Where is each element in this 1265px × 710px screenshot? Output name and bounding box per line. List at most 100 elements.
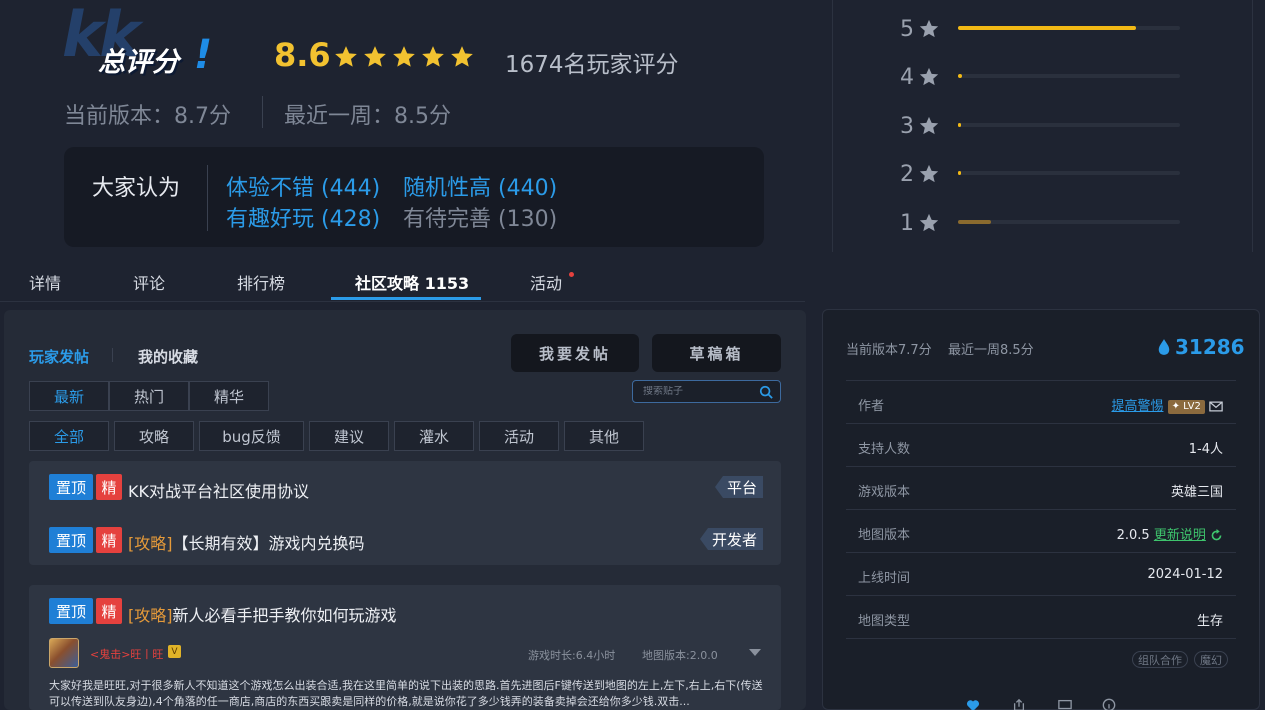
divider (112, 348, 113, 362)
category-suggestion[interactable]: 建议 (309, 421, 389, 451)
search-icon[interactable] (759, 385, 773, 399)
author-name[interactable]: <鬼击>旺丨旺 (90, 646, 163, 662)
category-guide[interactable]: 攻略 (114, 421, 194, 451)
search-input[interactable] (643, 386, 753, 397)
author-info: 提高警惕 ✦ LV2 (1111, 395, 1223, 414)
opinion-tag[interactable]: 有待完善 (130) (403, 201, 557, 233)
divider (846, 595, 1236, 596)
avatar[interactable] (49, 638, 79, 668)
info-value: 生存 (1196, 614, 1223, 629)
search-box (632, 380, 781, 403)
popularity: 31286 (1157, 335, 1245, 359)
info-icon[interactable] (1102, 698, 1116, 710)
current-version-score: 当前版本7.7分 (846, 343, 932, 358)
divider (207, 165, 208, 231)
divider (832, 0, 833, 252)
star-icon (919, 213, 939, 232)
tab-community[interactable]: 社区攻略 1153 (355, 270, 469, 294)
subtab-player-posts[interactable]: 玩家发帖 (29, 346, 89, 367)
post-title-text: 【长期有效】游戏内兑换码 (172, 534, 365, 553)
level-badge: ✦ LV2 (1167, 399, 1205, 414)
pinned-badge: 置顶 (49, 598, 93, 624)
distribution-fill (958, 74, 963, 78)
distribution-fill (958, 220, 992, 224)
opinion-tag[interactable]: 有趣好玩 (428) (226, 201, 380, 233)
info-label: 游戏版本 (858, 485, 911, 500)
star-icon (919, 164, 939, 183)
distribution-fill (958, 171, 962, 175)
chevron-down-icon[interactable] (748, 648, 762, 658)
category-all[interactable]: 全部 (29, 421, 109, 451)
divider (846, 466, 1236, 467)
category-bug[interactable]: bug反馈 (199, 421, 304, 451)
distribution-fill (958, 123, 962, 127)
new-post-button[interactable]: 我要发帖 (511, 334, 639, 372)
map-tag-chip[interactable]: 组队合作 (1132, 651, 1188, 668)
pinned-badge: 置顶 (49, 474, 93, 500)
post-title[interactable]: [攻略]新人必看手把手教你如何玩游戏 (128, 602, 397, 626)
level-text: LV2 (1183, 400, 1201, 412)
post-tag: 开发者 (700, 528, 764, 550)
score-stars (333, 44, 475, 74)
distribution-track (958, 171, 1180, 175)
featured-badge: 精 (96, 598, 122, 624)
map-version: 地图版本:2.0.0 (642, 649, 718, 662)
distribution-row: 1 (900, 206, 1180, 240)
notification-dot (569, 272, 574, 277)
post-title-text: 新人必看手把手教你如何玩游戏 (172, 606, 397, 625)
post-title[interactable]: KK对战平台社区使用协议 (128, 478, 309, 502)
sort-featured[interactable]: 精华 (189, 381, 269, 411)
divider (846, 380, 1236, 381)
flame-icon (1158, 339, 1170, 355)
info-value: 1-4人 (1188, 442, 1223, 457)
play-time: 游戏时长:6.4小时 (528, 649, 616, 662)
star-icon (919, 19, 939, 38)
star-icon (422, 46, 444, 67)
screen-icon[interactable] (1058, 698, 1072, 710)
popularity-count: 31286 (1175, 335, 1245, 359)
sort-latest[interactable]: 最新 (29, 381, 109, 411)
rating-logo: kk 总评分 ! (62, 0, 222, 78)
post-tag: 平台 (715, 476, 764, 498)
info-label: 地图版本 (858, 528, 911, 543)
category-event[interactable]: 活动 (479, 421, 559, 451)
refresh-icon[interactable] (1210, 529, 1223, 542)
sort-hot[interactable]: 热门 (109, 381, 189, 411)
subtab-my-favorites[interactable]: 我的收藏 (138, 346, 198, 367)
divider (1252, 0, 1253, 252)
recent-week-score: 最近一周：8.5分 (284, 104, 451, 129)
post-title[interactable]: [攻略]【长期有效】游戏内兑换码 (128, 530, 365, 554)
tab-leaderboard[interactable]: 排行榜 (237, 270, 285, 294)
tab-events[interactable]: 活动 (530, 270, 562, 294)
post-prefix: [攻略] (128, 606, 173, 625)
post-prefix: [攻略] (128, 534, 173, 553)
tab-details[interactable]: 详情 (29, 270, 61, 294)
share-icon[interactable] (1012, 698, 1026, 710)
author-link[interactable]: 提高警惕 (1111, 399, 1163, 414)
drafts-button[interactable]: 草稿箱 (652, 334, 781, 372)
divider (846, 638, 1236, 639)
info-value: 2.0.5 (1116, 528, 1150, 543)
recent-week-score: 最近一周8.5分 (948, 343, 1034, 358)
info-value: 英雄三国 (1170, 485, 1223, 500)
featured-badge: 精 (96, 527, 122, 553)
divider (262, 96, 263, 128)
star-icon (919, 116, 939, 135)
post-excerpt: 大家好我是旺旺,对于很多新人不知道这个游戏怎么出装合适,我在这里简单的说下出装的… (49, 679, 763, 708)
star-level: 2 (900, 161, 914, 187)
changelog-link[interactable]: 更新说明 (1154, 528, 1206, 543)
star-level: 5 (900, 16, 914, 42)
star-level: 3 (900, 113, 914, 139)
category-other[interactable]: 其他 (564, 421, 644, 451)
distribution-fill (958, 26, 1136, 30)
opinion-tag[interactable]: 体验不错 (444) (226, 170, 380, 202)
tab-reviews[interactable]: 评论 (133, 270, 165, 294)
distribution-row: 2 (900, 157, 1180, 191)
featured-badge: 精 (96, 474, 122, 500)
category-chat[interactable]: 灌水 (394, 421, 474, 451)
divider (846, 509, 1236, 510)
mail-icon[interactable] (1209, 401, 1223, 412)
map-tag-chip[interactable]: 魔幻 (1194, 651, 1228, 668)
opinion-tag[interactable]: 随机性高 (440) (403, 170, 557, 202)
heart-icon[interactable] (966, 698, 980, 710)
